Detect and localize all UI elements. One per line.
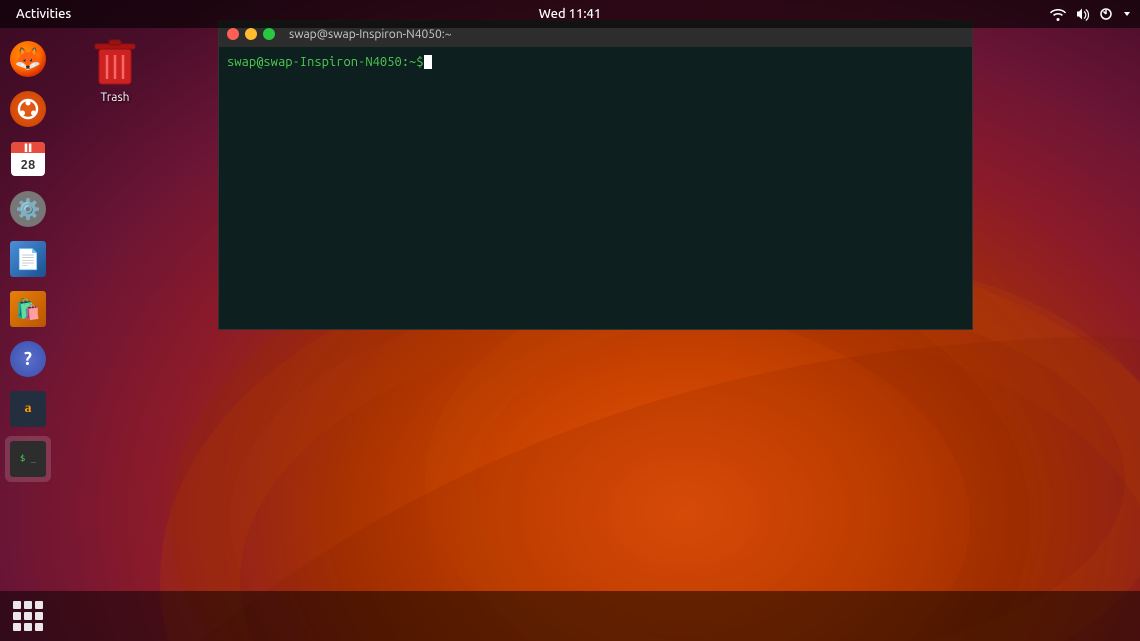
terminal-prompt: swap@swap-Inspiron-N4050:~$ — [227, 55, 964, 69]
sidebar-item-writer[interactable]: 📄 — [5, 236, 51, 282]
terminal-maximize-button[interactable] — [263, 28, 275, 40]
terminal-cursor — [424, 55, 432, 69]
trash-icon — [91, 35, 139, 87]
sidebar-item-firefox[interactable]: 🦊 — [5, 36, 51, 82]
top-panel: Activities Wed 11:41 — [0, 0, 1140, 28]
sidebar-item-terminal[interactable]: $ _ — [5, 436, 51, 482]
sidebar: 🦊 ▐ ▌ 28 — [0, 28, 56, 591]
panel-right — [1050, 6, 1132, 22]
sidebar-item-help[interactable]: ? — [5, 336, 51, 382]
terminal-window: swap@swap-Inspiron-N4050:~ swap@swap-Ins… — [218, 20, 973, 330]
terminal-title: swap@swap-Inspiron-N4050:~ — [289, 28, 964, 41]
trash-desktop-icon[interactable]: Trash — [80, 35, 150, 104]
panel-left: Activities — [8, 0, 79, 28]
activities-button[interactable]: Activities — [8, 0, 79, 28]
sidebar-item-settings[interactable]: ⚙️ — [5, 186, 51, 232]
terminal-close-button[interactable] — [227, 28, 239, 40]
wifi-icon[interactable] — [1050, 6, 1066, 22]
terminal-minimize-button[interactable] — [245, 28, 257, 40]
bottom-dock — [0, 591, 1140, 641]
prompt-user: swap@swap-Inspiron-N4050:~$ — [227, 55, 424, 69]
power-icon[interactable] — [1098, 6, 1114, 22]
panel-datetime[interactable]: Wed 11:41 — [539, 7, 601, 21]
sidebar-item-calendar[interactable]: ▐ ▌ 28 — [5, 136, 51, 182]
sidebar-item-ubuntu-software[interactable] — [5, 86, 51, 132]
sidebar-item-appstore[interactable]: 🛍️ — [5, 286, 51, 332]
sidebar-item-amazon[interactable]: a — [5, 386, 51, 432]
show-apps-button[interactable] — [5, 593, 51, 639]
panel-menu-icon[interactable] — [1122, 9, 1132, 19]
grid-dots-icon — [13, 601, 43, 631]
trash-label: Trash — [100, 91, 129, 104]
desktop: Activities Wed 11:41 — [0, 0, 1140, 641]
sound-icon[interactable] — [1074, 6, 1090, 22]
terminal-body[interactable]: swap@swap-Inspiron-N4050:~$ — [219, 47, 972, 329]
